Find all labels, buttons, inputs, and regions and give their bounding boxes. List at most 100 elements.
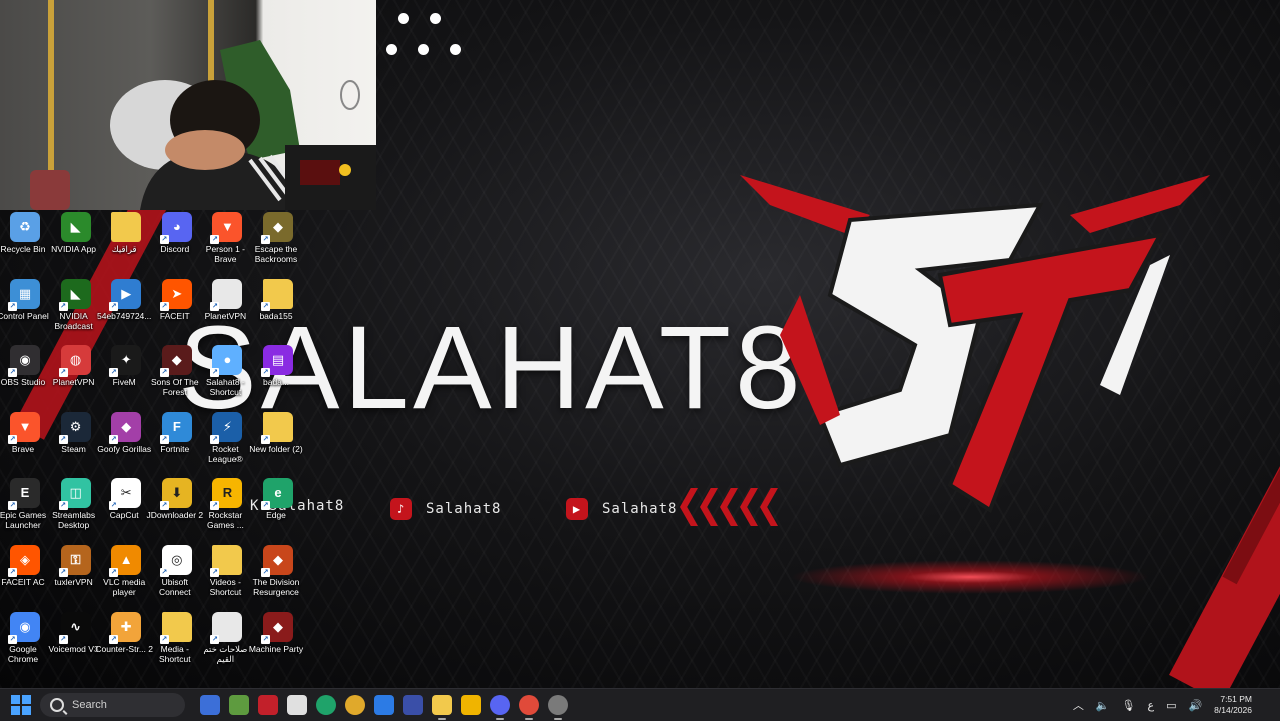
network-icon[interactable]: ▭ — [1166, 699, 1176, 712]
desktop-icon[interactable]: ◣ ↗ NVIDIA Broadcast — [51, 278, 101, 331]
game-icon: ◆ ↗ — [159, 345, 192, 378]
desktop-icon-label: Media - Shortcut — [158, 643, 191, 664]
file-explorer-icon[interactable] — [432, 695, 452, 720]
shortcut-arrow-icon: ↗ — [58, 634, 68, 644]
desktop-icon[interactable]: ◕ ↗ Discord — [152, 212, 202, 254]
search-placeholder: Search — [72, 699, 107, 711]
nvidia-broadcast-icon: ◣ ↗ — [58, 278, 91, 311]
planetvpn-icon: ◍ ↗ — [58, 345, 91, 378]
desktop-icon[interactable]: ➤ ↗ FACEIT — [152, 278, 202, 321]
desktop-icon[interactable]: ◍ ↗ PlanetVPN — [51, 345, 101, 387]
desktop-icon[interactable]: ◫ ↗ Streamlabs Desktop — [51, 478, 101, 530]
chrome-2-taskbar-icon[interactable] — [519, 695, 539, 720]
desktop-icon[interactable]: ⚿ ↗ tuxlerVPN — [51, 545, 101, 587]
desktop-icon[interactable]: ◎ ↗ Ubisoft Connect — [152, 545, 202, 597]
desktop-icon[interactable]: ◈ ↗ FACEIT AC — [0, 545, 50, 587]
desktop-icon[interactable]: ◆ ↗ The Division Resurgence — [253, 545, 303, 597]
desktop-icon[interactable]: ✦ ↗ FiveM — [101, 345, 151, 387]
taskbar-clock[interactable]: 7:51 PM 8/14/2026 — [1214, 694, 1252, 716]
epic-games-icon: E ↗ — [8, 478, 40, 511]
shortcut-arrow-icon: ↗ — [210, 501, 220, 511]
tuxlervpn-icon: ⚿ ↗ — [58, 545, 91, 577]
shortcut-arrow-icon: ↗ — [8, 568, 17, 577]
voicemod-taskbar-icon[interactable] — [258, 695, 278, 715]
microphone-icon[interactable]: 🎙 — [1122, 699, 1136, 712]
store-icon[interactable] — [287, 695, 307, 715]
shortcut-arrow-icon: ↗ — [261, 235, 270, 244]
desktop-icon[interactable]: ↗ New folder (2) — [249, 411, 303, 454]
shortcut-arrow-icon: ↗ — [261, 568, 270, 577]
yellow-app-icon[interactable] — [461, 695, 481, 715]
desktop-icon[interactable]: ↗ bada155 — [253, 278, 303, 321]
desktop-icon[interactable]: ▦ ↗ Control Panel — [0, 278, 50, 321]
shortcut-arrow-icon: ↗ — [261, 434, 270, 444]
chevron-up-icon[interactable]: ︿ — [1073, 697, 1084, 713]
shortcut-arrow-icon: ↗ — [210, 235, 220, 244]
desktop-icon[interactable]: ✂ ↗ CapCut — [101, 478, 151, 520]
start-button[interactable] — [11, 695, 31, 715]
webcam-person-image — [30, 0, 376, 210]
desktop-icon[interactable]: ◆ ↗ Escape the Backrooms — [253, 212, 303, 264]
shortcut-arrow-icon: ↗ — [8, 301, 17, 311]
desktop-icon[interactable]: ↗ PlanetVPN — [202, 278, 252, 321]
brave-icon: ▼ ↗ — [210, 212, 243, 244]
desktop-icon[interactable]: ✚ ↗ Counter-Str... 2 — [95, 611, 153, 654]
desktop-icon[interactable]: ◆ ↗ Goofy Gorillas — [97, 411, 151, 454]
language-indicator[interactable]: ع — [1147, 699, 1154, 712]
desktop-icon[interactable]: ⚡ ↗ Rocket League® — [202, 411, 252, 464]
desktop-icon-label: Voicemod V3 — [48, 643, 99, 654]
desktop-icon[interactable]: F ↗ Fortnite — [152, 411, 202, 454]
desktop-icon[interactable]: ◉ ↗ Google Chrome — [0, 611, 50, 664]
shortcut-arrow-icon: ↗ — [159, 368, 169, 378]
speaker-icon[interactable]: 🔈 — [1096, 699, 1110, 712]
steam-taskbar-icon[interactable] — [548, 695, 568, 720]
desktop-icon[interactable]: ● ↗ Salahat8 - Shortcut — [202, 345, 252, 397]
voicemod-icon: ∿ ↗ — [58, 611, 91, 644]
desktop-icon[interactable]: ▶ ↗ 54eb749724... — [97, 278, 151, 321]
tiktok-handle-text: Salahat8 — [426, 501, 502, 517]
edge-taskbar-icon[interactable] — [316, 695, 336, 715]
shortcut-arrow-icon: ↗ — [109, 434, 119, 444]
desktop-icon[interactable]: ↗ Videos - Shortcut — [202, 545, 252, 597]
streamlabs-icon: ◫ ↗ — [58, 478, 91, 511]
folder-icon: ↗ — [261, 278, 293, 311]
fivem-icon: ✦ ↗ — [109, 345, 142, 378]
desktop-icon[interactable]: ◉ ↗ OBS Studio — [0, 345, 50, 387]
blue-app-icon[interactable] — [374, 695, 394, 715]
desktop-icon[interactable]: ↗ صلاحات ختم القيم — [202, 611, 252, 664]
app-blue-icon[interactable] — [200, 695, 220, 715]
desktop-icon[interactable]: ▲ ↗ VLC media player — [101, 545, 151, 597]
system-tray: ︿ 🔈 🎙 ع ▭ 🔊 7:51 PM 8/14/2026 — [1073, 689, 1280, 721]
shortcut-arrow-icon: ↗ — [159, 434, 169, 444]
desktop-icon[interactable]: ⚙ ↗ Steam — [51, 411, 101, 454]
obs-taskbar-icon[interactable] — [403, 695, 423, 715]
desktop-icon[interactable]: ▼ ↗ Person 1 - Brave — [202, 212, 252, 264]
desktop-icon[interactable]: ∿ ↗ Voicemod V3 — [49, 611, 101, 654]
desktop-icon[interactable]: ♻ Recycle Bin — [0, 212, 50, 254]
app-multi-icon[interactable] — [229, 695, 249, 715]
desktop-icon[interactable]: ◣ NVIDIA App — [51, 212, 101, 254]
shortcut-arrow-icon: ↗ — [58, 301, 68, 311]
desktop-icon[interactable]: e ↗ Edge — [253, 478, 303, 520]
desktop-icon[interactable]: ◆ ↗ Machine Party — [249, 611, 303, 654]
taskbar-search-box[interactable]: Search — [40, 693, 185, 717]
chrome-taskbar-icon[interactable] — [345, 695, 365, 715]
desktop-icon[interactable]: ↗ Media - Shortcut — [152, 611, 202, 664]
desktop-icon[interactable]: ◆ ↗ Sons Of The Forest — [151, 345, 202, 397]
desktop-icon[interactable]: ⬇ ↗ JDownloader 2 — [146, 478, 203, 520]
nvidia-icon: ◣ — [60, 212, 91, 242]
desktop-icon[interactable]: ▤ ↗ bada... — [253, 345, 303, 387]
volume-icon[interactable]: 🔊 — [1188, 699, 1202, 712]
desktop-icon[interactable]: R ↗ Rockstar Games ... — [202, 478, 252, 530]
shortcut-arrow-icon: ↗ — [58, 368, 68, 378]
discord-taskbar-icon[interactable] — [490, 695, 510, 720]
desktop-icon[interactable]: E ↗ Epic Games Launcher — [0, 478, 50, 530]
folder-icon: ↗ — [210, 545, 243, 577]
shortcut-arrow-icon: ↗ — [210, 568, 220, 577]
desktop-icon[interactable]: ▼ ↗ Brave — [0, 411, 50, 454]
shortcut-arrow-icon: ↗ — [210, 634, 220, 644]
desktop-icon-label: Fortnite — [160, 443, 190, 454]
desktop-icon[interactable]: قراقيك — [101, 212, 151, 254]
desktop-icon-label: Person 1 - Brave — [205, 244, 245, 264]
shortcut-arrow-icon: ↗ — [8, 634, 17, 644]
